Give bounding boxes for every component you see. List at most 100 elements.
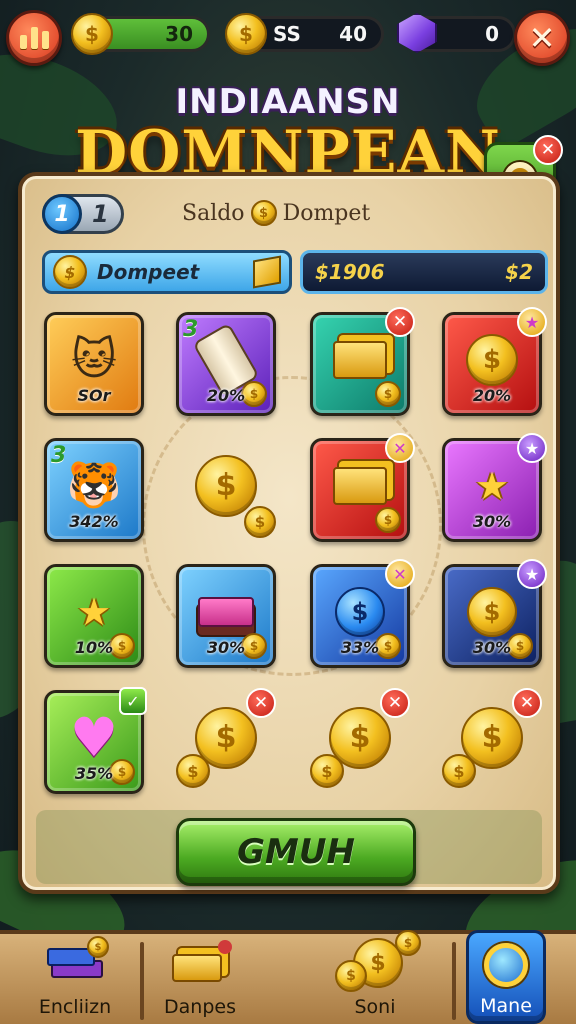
coin-icon: $: [375, 381, 401, 407]
nav-item-danpes[interactable]: Danpes: [150, 934, 250, 1024]
book-stack-icon: $: [47, 936, 109, 986]
heart-icon: ♥: [69, 706, 119, 770]
gems-counter[interactable]: 0: [397, 13, 516, 53]
star-icon: ★: [474, 464, 510, 509]
item-badge: 3: [183, 317, 199, 342]
gem-icon: [397, 13, 437, 53]
nav-item-mane[interactable]: Mane: [466, 930, 546, 1024]
gold-bars-icon: [333, 341, 387, 380]
coin-icon: $: [466, 334, 518, 387]
shop-item[interactable]: ✕ $: [310, 307, 415, 416]
page-number: 1: [42, 194, 82, 234]
nav-item-soni[interactable]: $ $ $ Soni: [320, 930, 430, 1024]
panel-subtitle: Saldo $ Dompet: [182, 200, 370, 226]
blue-coin-icon: $: [335, 587, 385, 638]
balance-bar: $1906 $2: [300, 250, 548, 294]
page-indicator[interactable]: 1 1: [42, 194, 124, 234]
bottom-nav: $ Encliizn Danpes $ $ $ Soni Mane: [0, 930, 576, 1024]
menu-button[interactable]: [6, 10, 62, 66]
x-badge-icon: ✕: [385, 559, 415, 589]
wallet-panel: 1 1 Saldo $ Dompet $ Dompeet $1906 $2 🐱 …: [18, 172, 560, 894]
wallet-bar[interactable]: $ Dompeet: [42, 250, 292, 294]
top-bar: $ 30 $ SS 40 0 ✕: [6, 8, 570, 66]
shop-item[interactable]: ✓ ♥ $ 35%: [44, 687, 147, 794]
cat-icon: 🐱: [71, 334, 117, 386]
shop-item[interactable]: ★ ★ 30%: [442, 433, 547, 542]
cat-icon: 🐯: [66, 460, 122, 512]
item-label: 20%: [472, 386, 512, 405]
coin-icon: $: [225, 13, 267, 55]
shop-item[interactable]: $ $: [176, 438, 276, 542]
x-badge-icon: ✕: [385, 433, 415, 463]
coins-value: 30: [165, 22, 193, 46]
shop-item[interactable]: ✕ $ $: [310, 688, 410, 794]
coin-icon: $: [195, 454, 257, 517]
nav-divider: [140, 942, 144, 1020]
item-label: 10%: [74, 638, 114, 657]
nav-label: Mane: [480, 995, 532, 1017]
coin-icon: $: [375, 507, 401, 533]
bars-icon: [19, 27, 49, 49]
coin-icon: $: [71, 13, 113, 55]
balance-left: $1906: [315, 260, 385, 284]
close-icon: ✕: [528, 19, 556, 57]
star-badge-icon: ★: [517, 559, 547, 589]
gems-value: 0: [485, 22, 499, 46]
shop-item[interactable]: 3 🐯 342%: [44, 438, 144, 542]
close-button[interactable]: ✕: [514, 10, 570, 66]
currency-label: SS: [273, 22, 301, 46]
item-label: 30%: [472, 638, 512, 657]
currency-value: 40: [339, 22, 367, 46]
page-total: 1: [92, 200, 109, 228]
coin-icon: $: [250, 200, 277, 226]
shop-item[interactable]: $ 30%: [176, 564, 276, 668]
orb-icon: [484, 943, 528, 987]
nav-item-content: Mane: [469, 933, 543, 1023]
currency-counter[interactable]: $ SS 40: [225, 13, 384, 55]
coin-stack-icon: $ $ $: [335, 930, 421, 992]
nav-label: Encliizn: [38, 996, 112, 1018]
item-label: 35%: [74, 764, 114, 783]
coin-icon: $: [442, 754, 476, 788]
shop-item[interactable]: ★ $ 10%: [44, 564, 144, 668]
shop-item[interactable]: ✕ $: [310, 433, 415, 542]
star-icon: ★: [76, 590, 112, 635]
coin-icon: $: [467, 587, 517, 638]
subtitle-left: Saldo: [182, 200, 245, 226]
shop-item[interactable]: ✕ $ $: [176, 688, 276, 794]
shop-item[interactable]: ★ $ $ 30%: [442, 559, 547, 668]
balance-right: $2: [505, 260, 533, 284]
close-badge-icon[interactable]: ✕: [385, 307, 415, 337]
nav-label: Soni: [354, 996, 396, 1018]
item-label: SOr: [77, 386, 111, 405]
wallet-label: Dompeet: [97, 260, 200, 284]
nav-label: Danpes: [164, 996, 236, 1018]
shop-item[interactable]: 🐱 SOr: [44, 312, 144, 416]
star-badge-icon: ★: [517, 307, 547, 337]
shop-item[interactable]: ✕ $ $: [442, 688, 542, 794]
tag-icon: [253, 255, 281, 289]
subtitle-right: Dompet: [282, 200, 371, 226]
item-label: 30%: [206, 638, 246, 657]
gold-bars-icon: [333, 467, 387, 506]
primary-action-button[interactable]: GMUH: [176, 818, 416, 886]
coin-icon: $: [176, 754, 210, 788]
check-badge-icon: ✓: [119, 687, 147, 715]
shop-item[interactable]: ✕ $ $ 33%: [310, 559, 415, 668]
coins-counter[interactable]: $ 30: [71, 13, 210, 55]
coin-icon: $: [244, 506, 276, 538]
coin-icon: $: [310, 754, 344, 788]
item-label: 30%: [472, 512, 512, 531]
book-icon: [198, 597, 254, 628]
scroll-icon: [192, 322, 260, 398]
item-badge: 3: [51, 443, 67, 468]
star-badge-icon: ★: [517, 433, 547, 463]
nav-item-encliizn[interactable]: $ Encliizn: [20, 934, 130, 1024]
title-line1: INDIAANSN: [175, 82, 401, 122]
nav-divider: [452, 942, 456, 1020]
shop-item[interactable]: 3 $ 20%: [176, 312, 276, 416]
coin-icon: $: [53, 255, 87, 289]
item-label: 20%: [206, 386, 246, 405]
shop-item[interactable]: ★ $ 20%: [442, 307, 547, 416]
close-badge-icon[interactable]: ✕: [533, 135, 563, 165]
